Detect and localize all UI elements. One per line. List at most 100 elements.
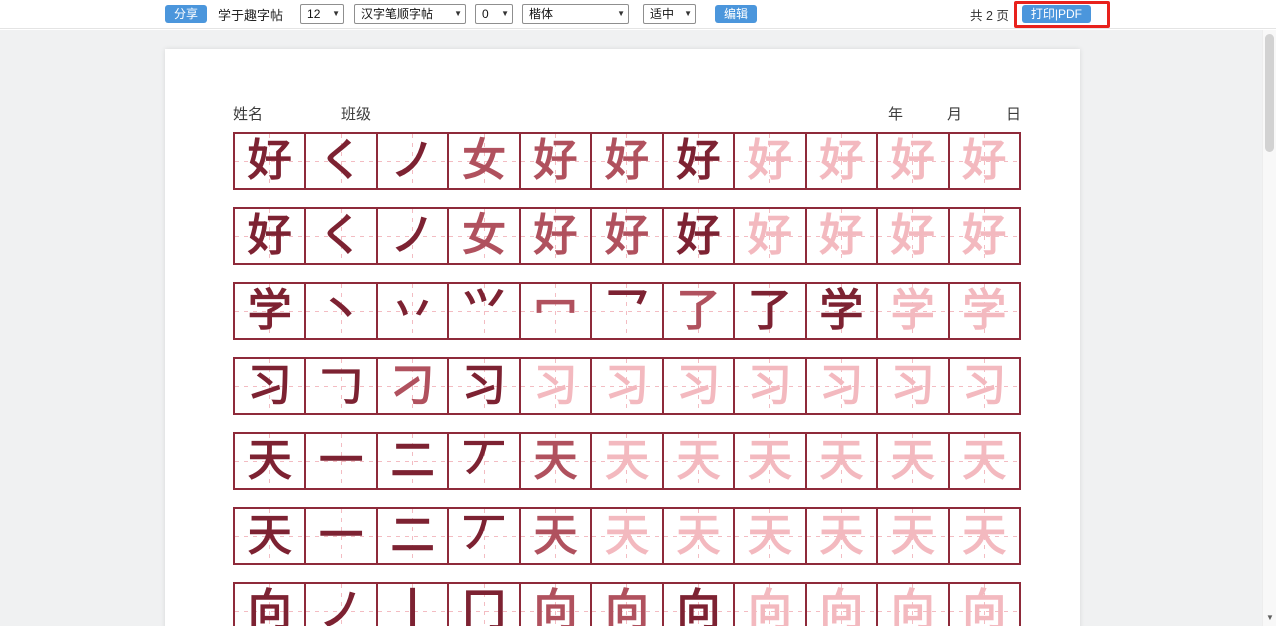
grid-cell: 了 <box>664 284 735 338</box>
grid-cell: 天 <box>950 509 1019 563</box>
grid-cell: 天 <box>950 434 1019 488</box>
practice-char: 习 <box>462 359 506 413</box>
practice-char: 天 <box>748 509 792 563</box>
practice-char: 向 <box>605 584 649 626</box>
practice-char: 了 <box>676 284 720 338</box>
grid-cell: 好 <box>521 209 592 263</box>
print-pdf-button[interactable]: 打印|PDF <box>1022 5 1091 23</box>
font-family-select[interactable]: 楷体 <box>522 4 629 24</box>
practice-char: 天 <box>605 509 649 563</box>
practice-char: 丆 <box>462 509 506 563</box>
grid-cell: ノ <box>306 584 377 626</box>
practice-char: 天 <box>748 434 792 488</box>
grid-cell: 天 <box>521 434 592 488</box>
grid-cell: 二 <box>378 509 449 563</box>
char-row: 好くノ女好好好好好好好 <box>233 132 1021 190</box>
practice-char: 天 <box>676 509 720 563</box>
practice-char: 向 <box>962 584 1006 626</box>
toolbar: 分享 学于趣字帖 12 ▼ 汉字笔顺字帖 ▼ 0 ▼ 楷体 ▼ <box>0 0 1276 29</box>
grid-cell: く <box>306 209 377 263</box>
grid-cell: 向 <box>664 584 735 626</box>
practice-char: 向 <box>676 584 720 626</box>
grid-cell: 习 <box>592 359 663 413</box>
practice-char: 冂 <box>462 584 506 626</box>
grid-cell: 好 <box>878 134 949 188</box>
practice-char: 好 <box>891 134 935 188</box>
practice-char: 二 <box>391 509 435 563</box>
grid-cell: 女 <box>449 209 520 263</box>
practice-char: 学 <box>819 284 863 338</box>
grid-cell: 好 <box>807 209 878 263</box>
practice-char: 丨 <box>391 584 435 626</box>
practice-char: 好 <box>676 209 720 263</box>
practice-char: 好 <box>248 209 292 263</box>
practice-char: 向 <box>748 584 792 626</box>
template-select[interactable]: 汉字笔顺字帖 <box>354 4 466 24</box>
grid-cell: 习 <box>735 359 806 413</box>
grid-cell: 丨 <box>378 584 449 626</box>
practice-char: 天 <box>534 434 578 488</box>
app-title: 学于趣字帖 <box>218 5 283 24</box>
grid-cell: 一 <box>306 509 377 563</box>
day-label: 日 <box>1006 103 1021 124</box>
grid-cell: 向 <box>807 584 878 626</box>
practice-char: 好 <box>605 134 649 188</box>
practice-char: 天 <box>605 434 649 488</box>
practice-char: 天 <box>676 434 720 488</box>
toolbar-right-group: 共 2 页 打印|PDF <box>970 5 1091 24</box>
grid-cell: 习 <box>950 359 1019 413</box>
practice-char: ⺍ <box>462 284 506 338</box>
year-label: 年 <box>888 103 903 124</box>
grid-cell: 学 <box>878 284 949 338</box>
practice-char: 一 <box>319 434 363 488</box>
edit-button[interactable]: 编辑 <box>715 5 757 23</box>
practice-char: 习 <box>891 359 935 413</box>
font-family-select-wrap: 楷体 ▼ <box>522 4 629 24</box>
month-label: 月 <box>947 103 962 124</box>
grid-cell: 乛 <box>592 284 663 338</box>
worksheet-page: 姓名 班级 年 月 日 好くノ女好好好好好好好好くノ女好好好好好好好学丶丷⺍冖乛… <box>165 49 1080 626</box>
grid-cell: 好 <box>592 209 663 263</box>
practice-char: 好 <box>962 209 1006 263</box>
page-count-label: 共 2 页 <box>970 5 1009 24</box>
practice-char: 丷 <box>391 284 435 338</box>
grid-cell: く <box>306 134 377 188</box>
practice-char: 好 <box>748 134 792 188</box>
grid-cell: 一 <box>306 434 377 488</box>
practice-char: 向 <box>891 584 935 626</box>
practice-char: 向 <box>248 584 292 626</box>
grid-cell: 习 <box>878 359 949 413</box>
practice-char: 乛 <box>605 284 649 338</box>
vertical-scrollbar[interactable]: ▼ <box>1262 30 1276 626</box>
practice-char: 二 <box>391 434 435 488</box>
font-size-select[interactable]: 12 <box>300 4 344 24</box>
density-select[interactable]: 适中 <box>643 4 696 24</box>
grid-cell: 丆 <box>449 509 520 563</box>
grid-cell: 二 <box>378 434 449 488</box>
grid-cell: 丷 <box>378 284 449 338</box>
grid-cell: 冖 <box>521 284 592 338</box>
offset-select[interactable]: 0 <box>475 4 513 24</box>
char-row: 天一二丆天天天天天天天 <box>233 507 1021 565</box>
grid-cell: 好 <box>807 134 878 188</box>
grid-cell: 习 <box>449 359 520 413</box>
share-button[interactable]: 分享 <box>165 5 207 23</box>
char-row: 学丶丷⺍冖乛了了学学学 <box>233 282 1021 340</box>
scrollbar-thumb[interactable] <box>1265 34 1274 152</box>
practice-char: 好 <box>534 209 578 263</box>
grid-cell: 好 <box>735 134 806 188</box>
practice-char: 天 <box>819 509 863 563</box>
practice-char: 好 <box>748 209 792 263</box>
grid-cell: 𠃌 <box>306 359 377 413</box>
grid-cell: ノ <box>378 209 449 263</box>
practice-char: 天 <box>248 509 292 563</box>
grid-cell: 天 <box>592 509 663 563</box>
class-label: 班级 <box>341 103 371 124</box>
practice-char: ノ <box>319 584 363 626</box>
grid-cell: 好 <box>664 134 735 188</box>
practice-char: ノ <box>391 209 435 263</box>
scroll-down-icon[interactable]: ▼ <box>1263 611 1276 625</box>
grid-cell: 天 <box>521 509 592 563</box>
practice-char: 习 <box>248 359 292 413</box>
grid-cell: 天 <box>735 509 806 563</box>
